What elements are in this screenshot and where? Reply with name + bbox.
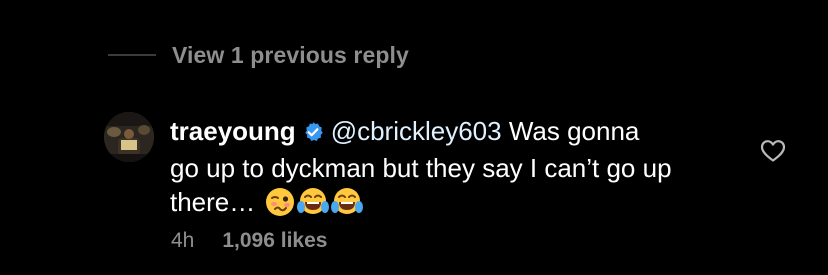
- avatar-image: [104, 112, 154, 162]
- woozy-face-icon: [265, 187, 295, 225]
- avatar[interactable]: [104, 112, 154, 162]
- comment-likes-count[interactable]: 1,096 likes: [222, 229, 327, 253]
- comment-mention-link[interactable]: @cbrickley603: [331, 116, 502, 146]
- comment-text: go up to dyckman but they say I can’t go…: [170, 153, 672, 217]
- face-with-tears-of-joy-icon: [296, 187, 329, 225]
- comment-body: traeyoung @cbrickley603 Was gonna go up to…: [170, 114, 715, 225]
- heart-outline-icon[interactable]: [760, 139, 786, 163]
- comment-text-line1: Was gonna: [501, 116, 640, 146]
- view-previous-replies-button[interactable]: View 1 previous reply: [108, 38, 409, 72]
- view-previous-replies-label: View 1 previous reply: [172, 41, 409, 68]
- comment-username[interactable]: traeyoung: [170, 116, 296, 146]
- verified-badge-icon: [302, 117, 324, 151]
- face-with-tears-of-joy-icon: [330, 187, 363, 225]
- comment-timestamp: 4h: [171, 229, 195, 252]
- replies-divider-line: [108, 54, 156, 56]
- comment-meta: 4h 1,096 likes: [171, 224, 327, 258]
